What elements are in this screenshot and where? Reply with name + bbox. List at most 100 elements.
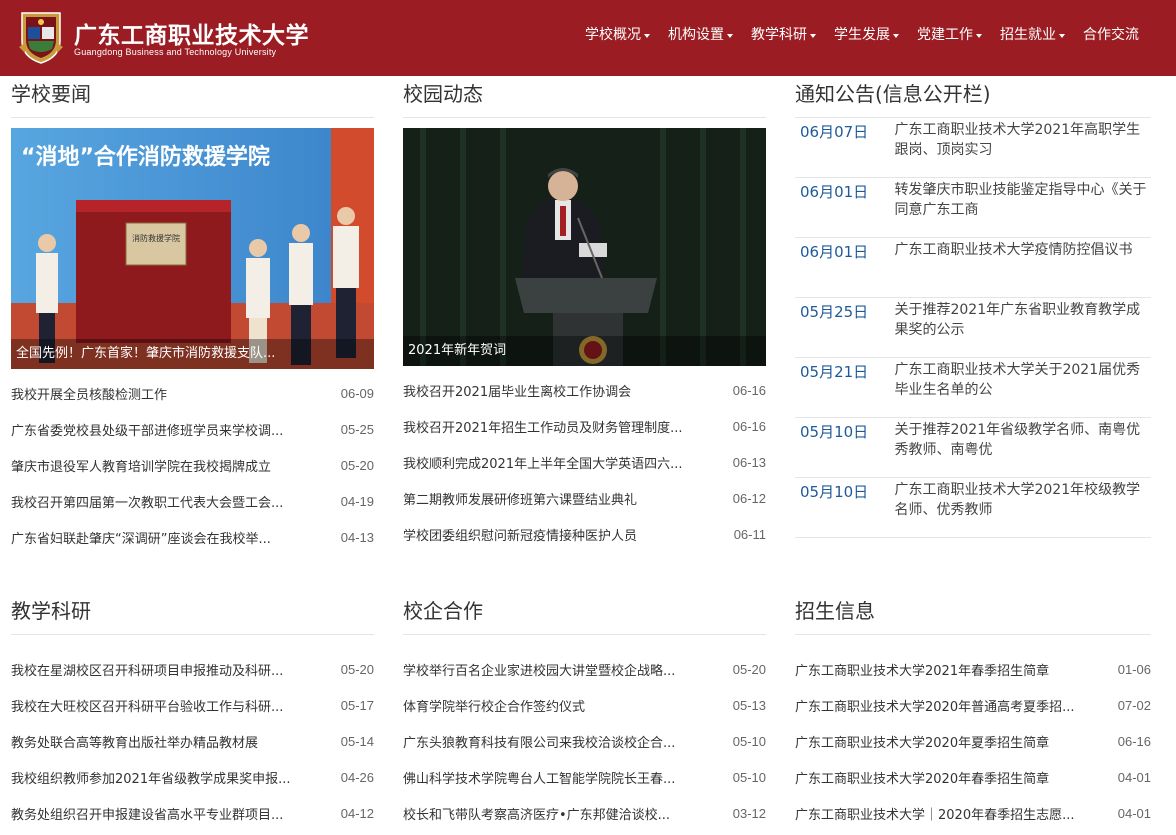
list-item[interactable]: 广东工商职业技术大学2021年春季招生简章 01-06	[795, 651, 1151, 687]
news-title[interactable]: 广东工商职业技术大学2021年春季招生简章	[795, 660, 1095, 679]
list-item[interactable]: 体育学院举行校企合作签约仪式 05-13	[403, 687, 766, 723]
list-item[interactable]: 肇庆市退役军人教育培训学院在我校揭牌成立 05-20	[11, 447, 374, 483]
list-item[interactable]: 教务处组织召开申报建设省高水平专业群项目... 04-12	[11, 795, 374, 831]
news-title[interactable]: 广东工商职业技术大学2020年普通高考夏季招...	[795, 696, 1095, 715]
list-item[interactable]: 广东头狼教育科技有限公司来我校洽谈校企合... 05-10	[403, 723, 766, 759]
list-item[interactable]: 我校召开第四届第一次教职工代表大会暨工会... 04-19	[11, 483, 374, 519]
list-item[interactable]: 我校召开2021届毕业生离校工作协调会 06-16	[403, 372, 766, 408]
notice-item[interactable]: 06月07日 广东工商职业技术大学2021年高职学生跟岗、顶岗实习	[795, 118, 1151, 178]
notice-item[interactable]: 05月10日 广东工商职业技术大学2021年校级教学名师、优秀教师	[795, 478, 1151, 538]
list-item[interactable]: 广东工商职业技术大学2020年春季招生简章 04-01	[795, 759, 1151, 795]
news-title[interactable]: 学校举行百名企业家进校园大讲堂暨校企战略...	[403, 660, 703, 679]
section-title[interactable]: 校园动态	[403, 76, 766, 118]
list-item[interactable]: 广东工商职业技术大学｜2020年春季招生志愿... 04-01	[795, 795, 1151, 831]
section-title[interactable]: 招生信息	[795, 593, 1151, 635]
school-news-list: 我校开展全员核酸检测工作 06-09 广东省委党校县处级干部进修班学员来学校调..…	[11, 375, 374, 555]
news-title[interactable]: 教务处组织召开申报建设省高水平专业群项目...	[11, 804, 311, 823]
notice-title[interactable]: 转发肇庆市职业技能鉴定指导中心《关于同意广东工商	[894, 180, 1151, 222]
list-item[interactable]: 学校举行百名企业家进校园大讲堂暨校企战略... 05-20	[403, 651, 766, 687]
list-item[interactable]: 广东省妇联赴肇庆“深调研”座谈会在我校举... 04-13	[11, 519, 374, 555]
news-title[interactable]: 广东工商职业技术大学2020年夏季招生简章	[795, 732, 1095, 751]
news-title[interactable]: 我校开展全员核酸检测工作	[11, 384, 311, 403]
list-item[interactable]: 佛山科学技术学院粤台人工智能学院院长王春... 05-10	[403, 759, 766, 795]
news-title[interactable]: 我校召开2021届毕业生离校工作协调会	[403, 381, 703, 400]
campus-news-photo[interactable]: 2021年新年贺词	[403, 128, 766, 366]
photo-banner-text: “消地”合作消防救援学院	[21, 144, 270, 170]
nav-item-organization[interactable]: 机构设置	[659, 24, 742, 46]
photo-caption[interactable]: 2021年新年贺词	[403, 336, 766, 366]
notice-title[interactable]: 广东工商职业技术大学疫情防控倡议书	[894, 240, 1151, 282]
section-title[interactable]: 校企合作	[403, 593, 766, 635]
news-title[interactable]: 体育学院举行校企合作签约仪式	[403, 696, 703, 715]
news-title[interactable]: 广东省妇联赴肇庆“深调研”座谈会在我校举...	[11, 528, 311, 547]
nav-item-admissions-employment[interactable]: 招生就业	[991, 24, 1074, 46]
notice-title[interactable]: 广东工商职业技术大学2021年高职学生跟岗、顶岗实习	[894, 120, 1151, 162]
news-title[interactable]: 广东头狼教育科技有限公司来我校洽谈校企合...	[403, 732, 703, 751]
nav-item-student-development[interactable]: 学生发展	[825, 24, 908, 46]
notice-date: 05月10日	[800, 483, 869, 501]
list-item[interactable]: 教务处联合高等教育出版社举办精品教材展 05-14	[11, 723, 374, 759]
section-title[interactable]: 教学科研	[11, 593, 374, 635]
news-title[interactable]: 教务处联合高等教育出版社举办精品教材展	[11, 732, 311, 751]
news-title[interactable]: 广东工商职业技术大学2020年春季招生简章	[795, 768, 1095, 787]
nav-item-overview[interactable]: 学校概况	[576, 24, 659, 46]
notice-item[interactable]: 05月25日 关于推荐2021年广东省职业教育教学成果奖的公示	[795, 298, 1151, 358]
list-item[interactable]: 我校顺利完成2021年上半年全国大学英语四六... 06-13	[403, 444, 766, 480]
list-item[interactable]: 我校在大旺校区召开科研平台验收工作与科研... 05-17	[11, 687, 374, 723]
news-title[interactable]: 我校在星湖校区召开科研项目申报推动及科研...	[11, 660, 311, 679]
chevron-down-icon	[810, 34, 816, 38]
list-item[interactable]: 第二期教师发展研修班第六课暨结业典礼 06-12	[403, 480, 766, 516]
notice-date: 05月10日	[800, 423, 869, 441]
list-item[interactable]: 学校团委组织慰问新冠疫情接种医护人员 06-11	[403, 516, 766, 552]
news-title[interactable]: 我校召开第四届第一次教职工代表大会暨工会...	[11, 492, 311, 511]
news-title[interactable]: 我校顺利完成2021年上半年全国大学英语四六...	[403, 453, 703, 472]
nav-item-party-building[interactable]: 党建工作	[908, 24, 991, 46]
nav-item-cooperation[interactable]: 合作交流	[1074, 24, 1148, 46]
site-logo[interactable]: 广东工商职业技术大学 Guangdong Business and Techno…	[16, 7, 309, 67]
news-date: 06-16	[732, 418, 766, 434]
list-item[interactable]: 我校开展全员核酸检测工作 06-09	[11, 375, 374, 411]
news-title[interactable]: 广东工商职业技术大学｜2020年春季招生志愿...	[795, 804, 1095, 823]
notice-title[interactable]: 关于推荐2021年省级教学名师、南粤优秀教师、南粤优	[894, 420, 1151, 462]
news-title[interactable]: 佛山科学技术学院粤台人工智能学院院长王春...	[403, 768, 703, 787]
photo-caption[interactable]: 全国先例！广东首家！肇庆市消防救援支队...	[11, 339, 374, 369]
notice-item[interactable]: 05月21日 广东工商职业技术大学关于2021届优秀毕业生名单的公	[795, 358, 1151, 418]
list-item[interactable]: 我校召开2021年招生工作动员及财务管理制度... 06-16	[403, 408, 766, 444]
nav-label: 学校概况	[585, 27, 641, 43]
news-title[interactable]: 校长和飞带队考察高济医疗•广东邦健洽谈校...	[403, 804, 703, 823]
chevron-down-icon	[976, 34, 982, 38]
list-item[interactable]: 我校组织教师参加2021年省级教学成果奖申报... 04-26	[11, 759, 374, 795]
notice-title[interactable]: 广东工商职业技术大学关于2021届优秀毕业生名单的公	[894, 360, 1151, 402]
news-title[interactable]: 我校召开2021年招生工作动员及财务管理制度...	[403, 417, 703, 436]
list-item[interactable]: 广东省委党校县处级干部进修班学员来学校调... 05-25	[11, 411, 374, 447]
cooperation-section: 校企合作 学校举行百名企业家进校园大讲堂暨校企战略... 05-20 体育学院举行…	[403, 593, 766, 831]
news-title[interactable]: 广东省委党校县处级干部进修班学员来学校调...	[11, 420, 311, 439]
nav-item-teaching-research[interactable]: 教学科研	[742, 24, 825, 46]
notice-title[interactable]: 关于推荐2021年广东省职业教育教学成果奖的公示	[894, 300, 1151, 342]
list-item[interactable]: 广东工商职业技术大学2020年夏季招生简章 06-16	[795, 723, 1151, 759]
nav-label: 机构设置	[668, 27, 724, 43]
list-item[interactable]: 我校在星湖校区召开科研项目申报推动及科研... 05-20	[11, 651, 374, 687]
notice-title[interactable]: 广东工商职业技术大学2021年校级教学名师、优秀教师	[894, 480, 1151, 522]
section-title[interactable]: 通知公告(信息公开栏)	[795, 76, 1151, 118]
news-date: 07-02	[1117, 697, 1151, 713]
news-title[interactable]: 肇庆市退役军人教育培训学院在我校揭牌成立	[11, 456, 311, 475]
news-date: 06-12	[732, 490, 766, 506]
news-date: 05-20	[732, 661, 766, 677]
news-date: 05-10	[732, 769, 766, 785]
news-title[interactable]: 学校团委组织慰问新冠疫情接种医护人员	[403, 525, 703, 544]
news-date: 04-12	[340, 805, 374, 821]
section-title[interactable]: 学校要闻	[11, 76, 374, 118]
list-item[interactable]: 广东工商职业技术大学2020年普通高考夏季招... 07-02	[795, 687, 1151, 723]
news-title[interactable]: 第二期教师发展研修班第六课暨结业典礼	[403, 489, 703, 508]
notice-item[interactable]: 06月01日 转发肇庆市职业技能鉴定指导中心《关于同意广东工商	[795, 178, 1151, 238]
notice-item[interactable]: 05月10日 关于推荐2021年省级教学名师、南粤优秀教师、南粤优	[795, 418, 1151, 478]
notice-item[interactable]: 06月01日 广东工商职业技术大学疫情防控倡议书	[795, 238, 1151, 298]
list-item[interactable]: 校长和飞带队考察高济医疗•广东邦健洽谈校... 03-12	[403, 795, 766, 831]
admissions-list: 广东工商职业技术大学2021年春季招生简章 01-06 广东工商职业技术大学202…	[795, 651, 1151, 831]
campus-news-list: 我校召开2021届毕业生离校工作协调会 06-16 我校召开2021年招生工作动员…	[403, 372, 766, 552]
news-title[interactable]: 我校组织教师参加2021年省级教学成果奖申报...	[11, 768, 311, 787]
news-title[interactable]: 我校在大旺校区召开科研平台验收工作与科研...	[11, 696, 311, 715]
school-news-photo[interactable]: “消地”合作消防救援学院 消防救援学院 全国先例！广东首家！肇庆市消防救援支队.…	[11, 128, 374, 369]
chevron-down-icon	[644, 34, 650, 38]
